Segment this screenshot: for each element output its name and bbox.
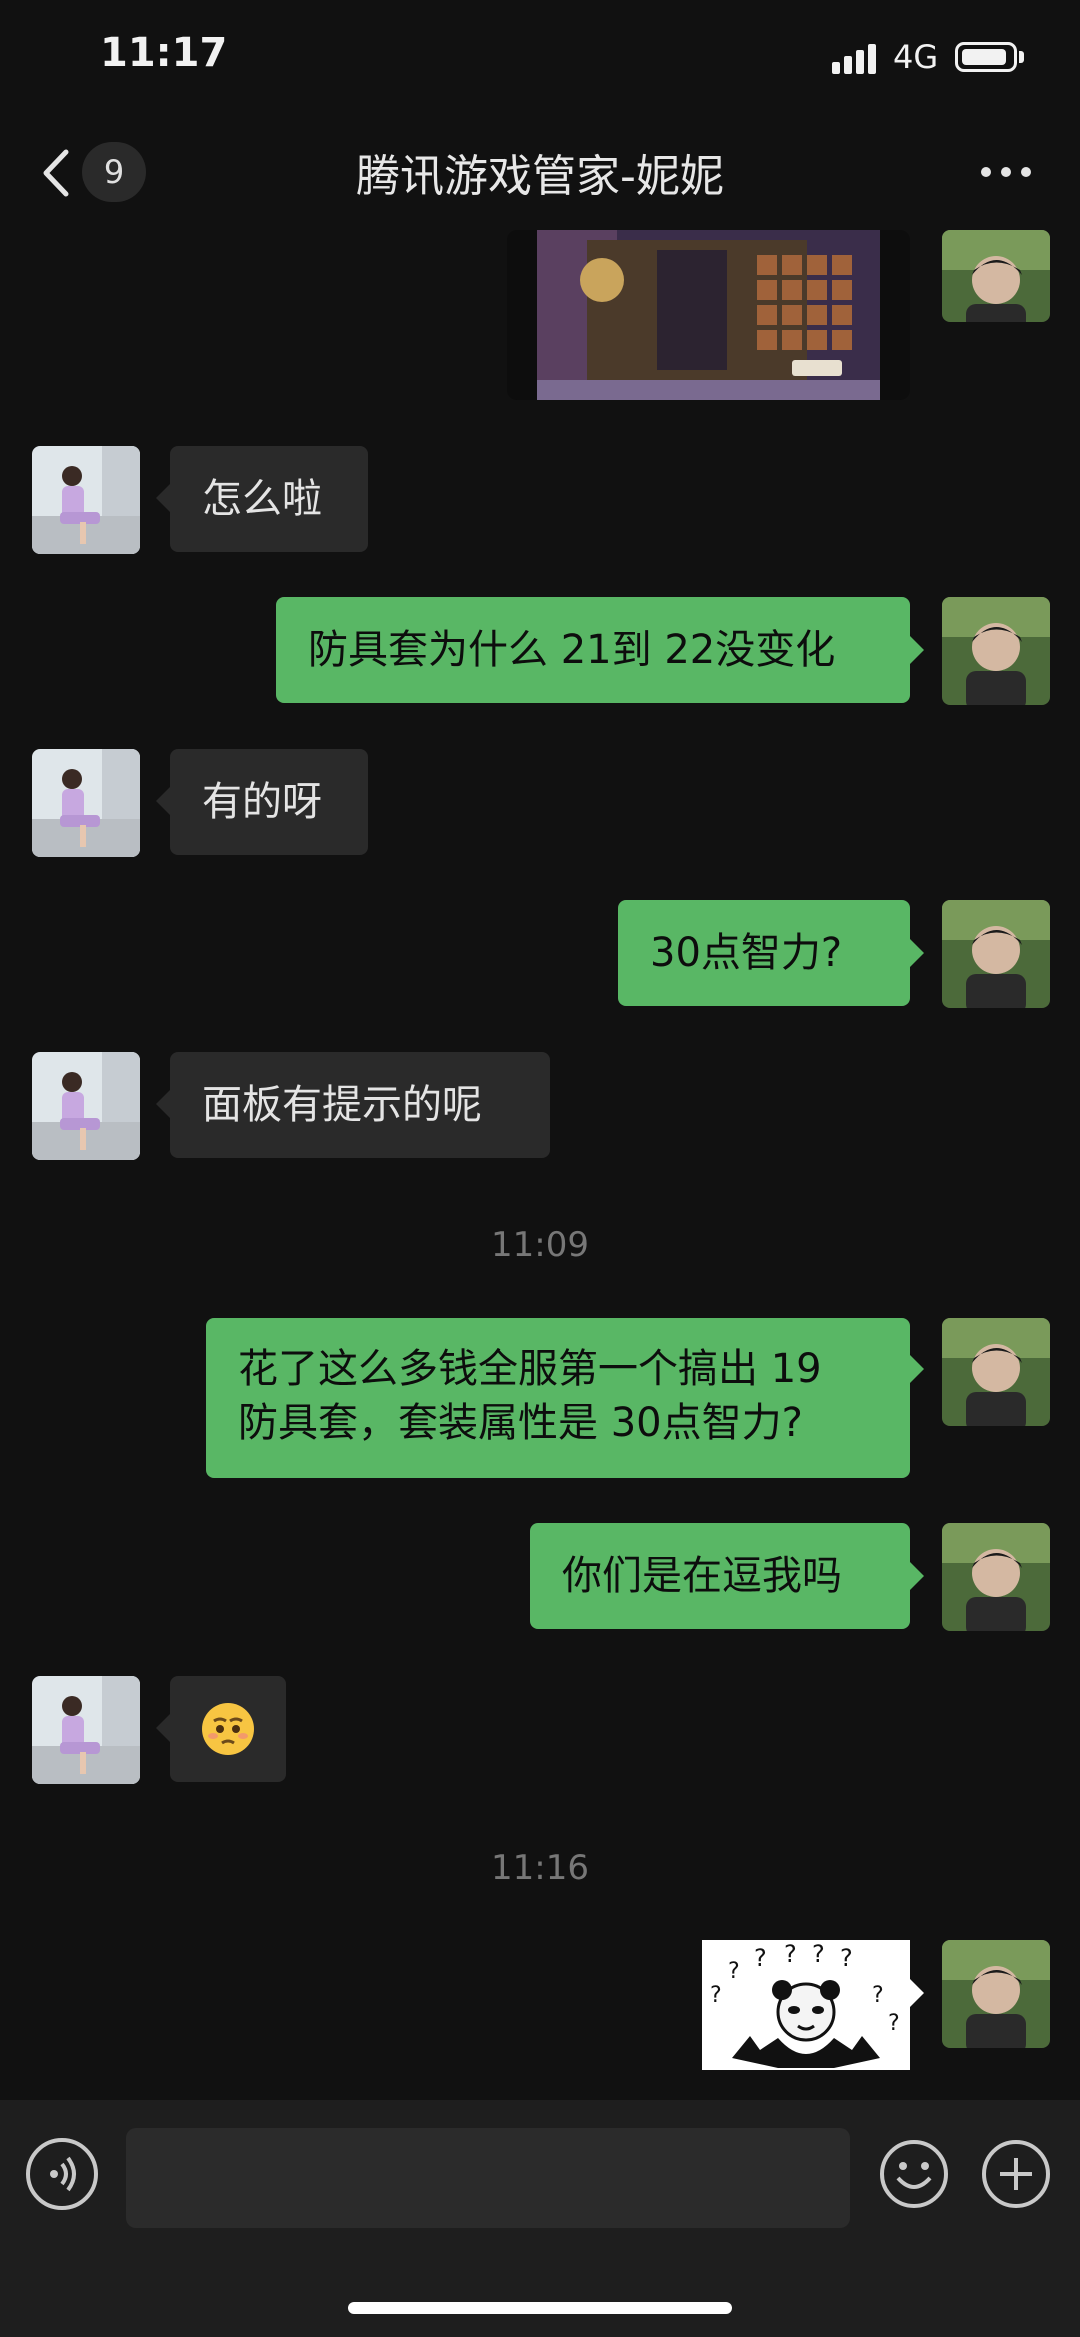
my-avatar[interactable] <box>942 1940 1050 2048</box>
message-text: 面板有提示的呢 <box>202 1082 482 1128</box>
message-text: 你们是在逗我吗 <box>562 1553 842 1599</box>
my-avatar[interactable] <box>942 1318 1050 1426</box>
message-bubble[interactable]: 面板有提示的呢 <box>170 1052 550 1158</box>
emoji-icon[interactable] <box>878 2138 950 2210</box>
bubble-tail <box>156 1090 170 1118</box>
message-bubble[interactable]: 有的呀 <box>170 749 368 855</box>
bubble-tail <box>156 484 170 512</box>
chat-timestamp: 11:09 <box>491 1225 589 1265</box>
more-options-icon[interactable] <box>980 164 1032 180</box>
contact-avatar[interactable] <box>32 749 140 857</box>
svg-text:?: ? <box>888 2011 900 2036</box>
chat-timestamp: 11:16 <box>491 1848 589 1888</box>
bubble-tail <box>910 939 924 967</box>
message-text: 怎么啦 <box>202 476 322 522</box>
battery-tip <box>1019 51 1024 63</box>
my-avatar[interactable] <box>942 900 1050 1008</box>
bubble-tail <box>156 1714 170 1742</box>
message-bubble[interactable]: 花了这么多钱全服第一个搞出 19 防具套，套装属性是 30点智力? <box>206 1318 910 1478</box>
message-input[interactable] <box>126 2128 850 2228</box>
signal-icon <box>832 44 876 74</box>
message-bubble[interactable]: 你们是在逗我吗 <box>530 1523 910 1629</box>
message-bubble[interactable] <box>170 1676 286 1782</box>
message-text-line: 花了这么多钱全服第一个搞出 19 <box>238 1346 822 1392</box>
voice-icon[interactable] <box>26 2138 98 2210</box>
status-time: 11:17 <box>100 30 228 76</box>
panda-confused-sticker-icon: ? ? ? ? ? ? ? ? <box>710 1940 900 2068</box>
plus-icon[interactable] <box>980 2138 1052 2210</box>
chat-title: 腾讯游戏管家-妮妮 <box>356 151 724 202</box>
bubble-tail <box>910 1979 924 2007</box>
svg-text:?: ? <box>840 1944 853 1972</box>
svg-text:?: ? <box>812 1940 825 1968</box>
battery-icon <box>955 42 1017 72</box>
bubble-tail <box>910 1355 924 1383</box>
message-text: 30点智力? <box>650 930 843 976</box>
svg-text:?: ? <box>728 1959 740 1984</box>
status-bar: 11:17 4G <box>0 0 1080 120</box>
svg-text:?: ? <box>754 1944 767 1972</box>
bubble-tail <box>156 787 170 815</box>
svg-text:?: ? <box>872 1983 884 2008</box>
message-bubble[interactable]: 30点智力? <box>618 900 910 1006</box>
home-indicator[interactable] <box>348 2302 732 2314</box>
bubble-tail <box>910 636 924 664</box>
message-text: 有的呀 <box>202 779 322 825</box>
bubble-tail <box>910 1562 924 1590</box>
unread-count-badge[interactable]: 9 <box>82 142 146 202</box>
message-bubble[interactable]: 怎么啦 <box>170 446 368 552</box>
game-screenshot-image <box>537 230 880 400</box>
my-avatar[interactable] <box>942 1523 1050 1631</box>
message-image[interactable] <box>507 230 910 400</box>
sticker-message[interactable]: ? ? ? ? ? ? ? ? <box>702 1940 910 2070</box>
my-avatar[interactable] <box>942 597 1050 705</box>
svg-text:?: ? <box>784 1940 797 1968</box>
message-bubble[interactable]: 防具套为什么 21到 22没变化 <box>276 597 910 703</box>
my-avatar[interactable] <box>942 230 1050 322</box>
contact-avatar[interactable] <box>32 446 140 554</box>
network-label: 4G <box>893 38 939 76</box>
message-text: 防具套为什么 21到 22没变化 <box>308 627 836 673</box>
svg-text:?: ? <box>710 1983 722 2008</box>
message-text-line: 防具套，套装属性是 30点智力? <box>238 1400 803 1446</box>
back-chevron-icon[interactable] <box>38 148 74 198</box>
contact-avatar[interactable] <box>32 1676 140 1784</box>
contact-avatar[interactable] <box>32 1052 140 1160</box>
pleading-face-emoji-icon <box>202 1703 254 1755</box>
